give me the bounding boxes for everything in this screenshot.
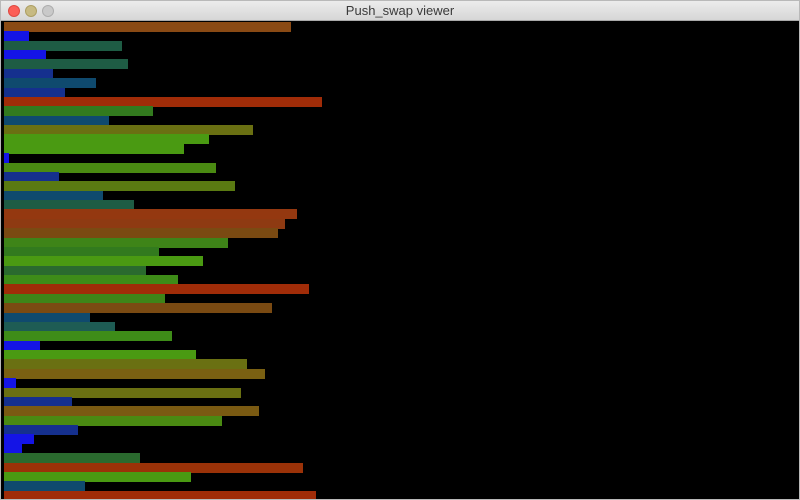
- window-title: Push_swap viewer: [345, 3, 455, 18]
- stack-bar: [4, 22, 291, 32]
- stack-bar: [4, 143, 184, 154]
- stack-canvas: [1, 21, 799, 499]
- stack-bar: [4, 490, 316, 499]
- title-bar[interactable]: Push_swap viewer: [1, 1, 799, 21]
- stack-bar: [4, 368, 265, 379]
- viewer-window: Push_swap viewer: [0, 0, 800, 500]
